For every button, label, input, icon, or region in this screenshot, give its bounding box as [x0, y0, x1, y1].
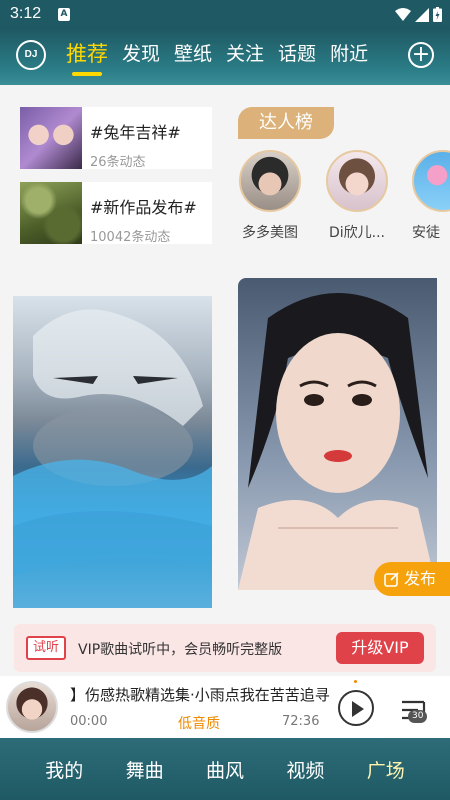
ranking-user[interactable]: 安徒 [412, 150, 450, 242]
player-avatar[interactable] [6, 681, 58, 733]
ranking-user-name: Di欣儿... [328, 225, 386, 241]
edit-icon [384, 572, 399, 587]
topic-title: #兔年吉祥# [90, 123, 181, 142]
ranking-user[interactable]: Di欣儿... [325, 150, 389, 242]
nav-dance[interactable]: 舞曲 [126, 756, 164, 783]
dj-logo-icon[interactable]: DJ [16, 40, 46, 70]
ranking-user-name: 多多美图 [242, 225, 298, 241]
publish-label: 发布 [404, 569, 437, 588]
mini-player[interactable]: 】伤感热歌精选集·小雨点我在苦苦追寻 00:00 低音质 72:36 30 [0, 676, 450, 738]
topic-item[interactable]: #新作品发布# 10042条动态 [20, 182, 212, 245]
post-card[interactable] [238, 278, 437, 590]
post-image [238, 293, 437, 590]
vip-banner: 试听 VIP歌曲试听中，会员畅听完整版 升级VIP [14, 624, 436, 672]
topic-thumbnail [20, 182, 82, 244]
nav-genre[interactable]: 曲风 [206, 756, 244, 783]
ranking-title[interactable]: 达人榜 [238, 107, 334, 139]
progress-dot [354, 680, 357, 683]
topic-title: #新作品发布# [90, 198, 197, 217]
tab-discover[interactable]: 发现 [122, 39, 160, 73]
upgrade-vip-button[interactable]: 升级VIP [336, 632, 424, 664]
system-icons [395, 7, 442, 22]
top-header: DJ 推荐 发现 壁纸 关注 话题 附近 + [0, 30, 450, 85]
plus-circle-icon[interactable]: + [408, 42, 434, 68]
ranking-user-name: 安徒 [412, 225, 440, 241]
notification-icon: A [58, 8, 70, 21]
tab-wallpaper[interactable]: 壁纸 [174, 39, 212, 73]
song-title: 】伤感热歌精选集·小雨点我在苦苦追寻 [70, 686, 330, 704]
bottom-nav: 我的 舞曲 曲风 视频 广场 [0, 738, 450, 800]
ranking-user[interactable]: 多多美图 [238, 150, 302, 242]
current-time: 00:00 [70, 714, 108, 729]
play-icon[interactable] [338, 690, 374, 726]
post-card[interactable] [13, 296, 212, 608]
playlist-count: 30 [408, 710, 428, 723]
tab-following[interactable]: 关注 [226, 39, 264, 73]
signal-icon [415, 7, 429, 22]
tab-recommend[interactable]: 推荐 [66, 39, 108, 76]
trial-badge: 试听 [26, 636, 66, 660]
avatar [239, 150, 301, 212]
quality-toggle[interactable]: 低音质 [178, 713, 220, 733]
top-tabs: 推荐 发现 壁纸 关注 话题 附近 [66, 39, 382, 76]
topic-item[interactable]: #兔年吉祥# 26条动态 [20, 107, 212, 170]
topic-count: 26条动态 [90, 155, 146, 170]
wifi-icon [395, 7, 411, 21]
topic-thumbnail [20, 107, 82, 169]
tab-topics[interactable]: 话题 [278, 39, 316, 73]
vip-message: VIP歌曲试听中，会员畅听完整版 [78, 642, 283, 658]
post-image [13, 309, 212, 608]
nav-video[interactable]: 视频 [286, 756, 324, 783]
publish-button[interactable]: 发布 [374, 562, 450, 596]
duration: 72:36 [282, 714, 320, 729]
nav-square[interactable]: 广场 [367, 756, 405, 783]
tab-nearby[interactable]: 附近 [330, 39, 368, 73]
status-time: 3:12 [10, 5, 42, 22]
battery-icon [433, 7, 442, 22]
topic-count: 10042条动态 [90, 230, 171, 245]
status-bar: 3:12 A [0, 0, 450, 30]
nav-mine[interactable]: 我的 [45, 756, 83, 783]
avatar [412, 150, 450, 212]
avatar [326, 150, 388, 212]
